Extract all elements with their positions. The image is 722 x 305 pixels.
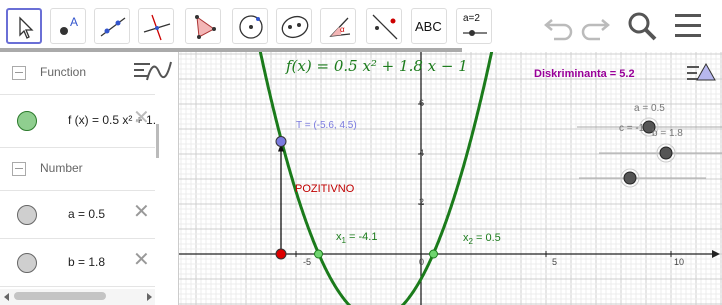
reflect-tool-button[interactable] [366, 8, 402, 44]
conic-tool-button[interactable] [276, 8, 312, 44]
scroll-right-icon[interactable] [146, 293, 154, 301]
vertical-scrollbar[interactable] [156, 124, 159, 158]
angle-tool-button[interactable]: α [320, 8, 356, 44]
root2-label[interactable]: x2 = 0.5 [463, 232, 501, 246]
undo-icon[interactable] [540, 6, 580, 42]
collapse-icon[interactable] [12, 66, 26, 80]
positive-label[interactable]: POZITIVNO [295, 183, 354, 195]
number-group-label: Number [40, 161, 83, 175]
slider-a-label[interactable]: a = 0.5 [634, 103, 665, 114]
line-tool-button[interactable] [94, 8, 130, 44]
select-tool-button[interactable] [6, 8, 42, 44]
delete-icon[interactable]: ✕ [133, 247, 150, 272]
root-point-2 [429, 249, 438, 259]
circle-tool-button[interactable] [232, 8, 268, 44]
algebra-item-a[interactable]: a = 0.5 ✕ [0, 191, 155, 239]
discriminant-label[interactable]: Diskriminanta = 5.2 [534, 68, 635, 80]
polygon-tool-button[interactable] [185, 8, 221, 44]
text-tool-button[interactable]: ABC [411, 8, 447, 44]
graphics-canvas[interactable] [179, 52, 722, 305]
point-tool-button[interactable]: A [50, 8, 86, 44]
x-tick-label: 0 [419, 257, 425, 267]
slider-c-label[interactable]: c = -1 [619, 123, 644, 134]
polygon-icon [195, 15, 216, 39]
root-point-1 [314, 249, 323, 259]
slider-icon [463, 30, 487, 36]
slider-knob [659, 146, 673, 160]
menu-icon[interactable] [672, 6, 712, 46]
point-t [275, 136, 287, 147]
circle-icon [239, 15, 263, 39]
perpendicular-tool-button[interactable] [138, 8, 174, 44]
y-tick-label: 6 [419, 98, 425, 108]
ellipse-icon [281, 15, 309, 39]
search-icon[interactable] [623, 6, 663, 46]
function-group-label: Function [40, 65, 87, 79]
y-tick-label: 4 [419, 148, 425, 158]
line-icon [100, 17, 126, 37]
graphics-view[interactable]: f(x) = 0.5 x² + 1.8 x − 1 Diskriminanta … [179, 52, 722, 305]
point-icon: A [60, 15, 78, 35]
text-tool-label: ABC [415, 19, 442, 34]
root1-label[interactable]: x1 = -4.1 [336, 231, 377, 245]
visibility-toggle-icon[interactable] [17, 205, 37, 225]
slider-b-label[interactable]: b = 1.8 [652, 128, 683, 139]
point-foot [275, 248, 287, 260]
visibility-toggle-icon[interactable] [17, 111, 37, 131]
toolbar: A α ABC a=2 [0, 0, 722, 48]
graph-style-icon[interactable] [143, 56, 183, 86]
angle-icon: α [329, 17, 351, 37]
algebra-panel-edge [134, 52, 179, 305]
slider-tool-button[interactable]: a=2 [456, 8, 492, 44]
number-expression: b = 1.8 [68, 255, 106, 269]
x-tick-label: 10 [674, 257, 685, 267]
horizontal-scrollbar-thumb[interactable] [14, 292, 106, 300]
redo-icon[interactable] [576, 6, 616, 42]
svg-text:A: A [70, 15, 78, 29]
x-tick-label: -5 [303, 257, 312, 267]
perpendicular-line-icon [143, 14, 171, 41]
cursor-arrow-icon [19, 16, 34, 39]
number-expression: a = 0.5 [68, 207, 106, 221]
y-tick-label: 2 [419, 197, 425, 207]
collapse-icon[interactable] [12, 162, 26, 176]
graphics-style-bar-icon[interactable] [684, 58, 720, 94]
x-tick-label: 5 [552, 257, 558, 267]
delete-icon[interactable]: ✕ [133, 199, 150, 224]
number-group-header[interactable]: Number [0, 148, 155, 191]
root2-value: = 0.5 [472, 232, 501, 244]
root1-value: = -4.1 [345, 231, 378, 243]
algebra-item-b[interactable]: b = 1.8 ✕ [0, 239, 155, 287]
svg-text:α: α [340, 25, 345, 34]
scroll-left-icon[interactable] [3, 293, 11, 301]
visibility-toggle-icon[interactable] [17, 253, 37, 273]
slider-knob [623, 171, 637, 185]
function-label[interactable]: f(x) = 0.5 x² + 1.8 x − 1 [286, 57, 468, 75]
point-t-label[interactable]: T = (-5.6, 4.5) [296, 120, 357, 131]
reflect-icon [372, 14, 398, 40]
